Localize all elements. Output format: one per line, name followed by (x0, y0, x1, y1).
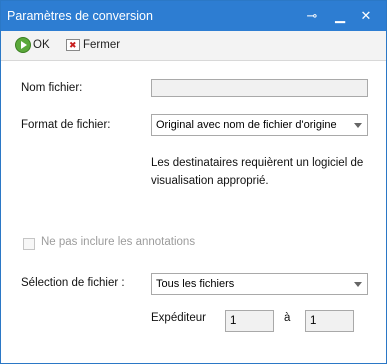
file-format-value: Original avec nom de fichier d'origine (156, 119, 337, 131)
ok-button[interactable]: OK (15, 37, 55, 53)
file-name-label: Nom fichier: (21, 82, 83, 94)
exclude-annotations-label: Ne pas inclure les annotations (41, 236, 196, 248)
minimize-icon[interactable]: ▁ (331, 7, 349, 25)
chevron-down-icon (354, 282, 362, 287)
close-icon[interactable]: ✕ (357, 7, 375, 25)
exclude-annotations-checkbox[interactable] (23, 238, 35, 250)
file-name-field[interactable] (151, 79, 368, 97)
pin-icon[interactable]: ⊸ (303, 7, 321, 25)
file-selection-label: Sélection de fichier : (21, 277, 125, 289)
play-icon (15, 37, 31, 53)
range-from-field[interactable]: 1 (225, 310, 274, 332)
file-format-select[interactable]: Original avec nom de fichier d'origine (151, 114, 368, 136)
chevron-down-icon (354, 123, 362, 128)
close-window-icon (66, 37, 80, 53)
file-selection-select[interactable]: Tous les fichiers (151, 273, 368, 295)
close-button[interactable]: Fermer (66, 37, 126, 53)
conversion-settings-dialog: Paramètres de conversion ⊸ ▁ ✕ OK Fermer… (0, 0, 387, 364)
viewer-note: Les destinataires requièrent un logiciel… (151, 157, 364, 187)
range-to-label: à (284, 312, 291, 324)
file-format-label: Format de fichier: (21, 119, 111, 131)
toolbar: OK Fermer (1, 31, 386, 61)
window-title: Paramètres de conversion (7, 9, 153, 23)
file-selection-value: Tous les fichiers (156, 278, 235, 290)
range-to-field[interactable]: 1 (305, 310, 354, 332)
title-bar[interactable]: Paramètres de conversion ⊸ ▁ ✕ (1, 1, 386, 31)
sender-label: Expéditeur (151, 312, 206, 324)
